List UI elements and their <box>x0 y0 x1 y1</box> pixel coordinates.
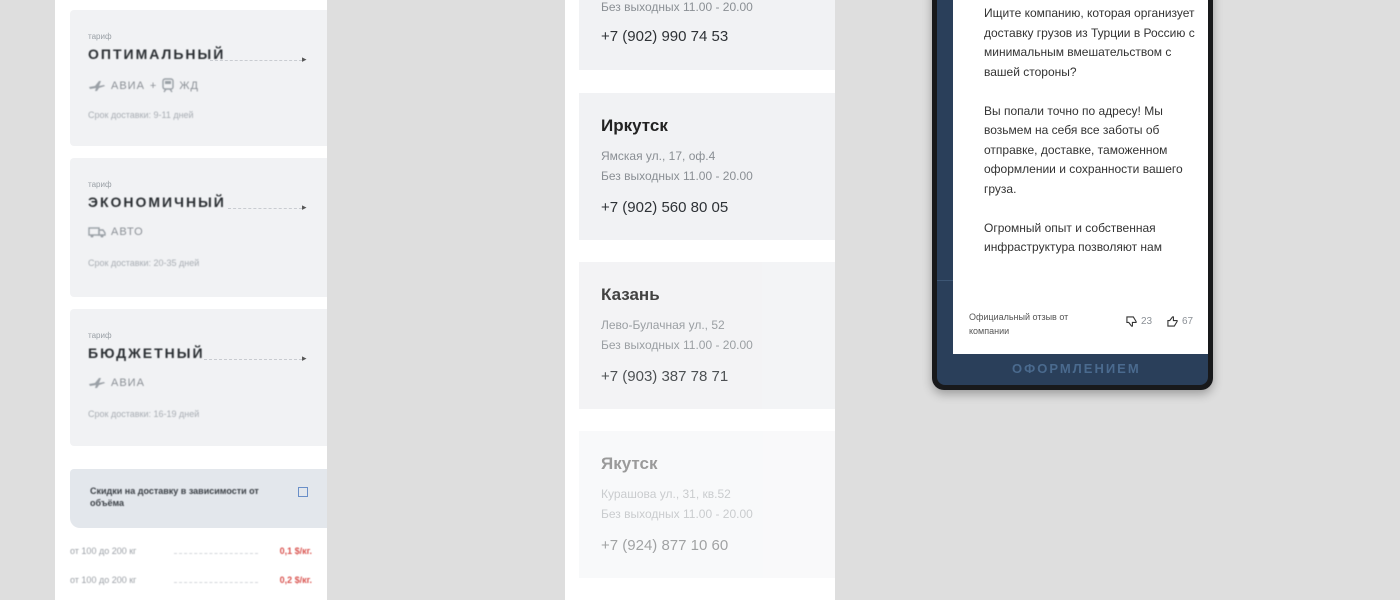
divider <box>174 582 258 583</box>
dislike-count: 23 <box>1141 316 1153 327</box>
mode-label: ЖД <box>179 79 199 92</box>
office-phone[interactable]: +7 (903) 387 78 71 <box>601 368 728 385</box>
like-button[interactable]: 67 <box>1167 316 1193 327</box>
office-hours: Без выходных 11.00 - 20.00 <box>601 338 753 352</box>
mode-label: АВТО <box>111 226 144 238</box>
tariff-modes: АВТО <box>88 226 144 238</box>
review-paragraph: Вы попали точно по адресу! Мы возьмем на… <box>984 103 1183 196</box>
discount-box[interactable]: Скидки на доставку в зависимости от объё… <box>70 469 327 528</box>
office-city: Якутск <box>601 454 658 473</box>
office-card[interactable]: Якутск Курашова ул., 31, кв.52 Без выход… <box>579 431 835 578</box>
tariff-tag: тариф <box>88 32 112 41</box>
review-paragraph: Огромный опыт и собственная инфраструкту… <box>984 220 1162 255</box>
background-heading: ОФОРМЛЕНИЕМ <box>1012 361 1141 376</box>
airplane-icon <box>89 80 105 91</box>
train-icon <box>162 78 175 93</box>
phone-screen: Ищите компанию, которая организует доста… <box>937 0 1208 385</box>
delivery-term: Срок доставки: 16-19 дней <box>88 409 200 419</box>
chevron-right-icon[interactable]: ▸ <box>302 54 307 65</box>
airplane-icon <box>89 378 105 388</box>
tariff-tag: тариф <box>88 331 112 340</box>
phone-mockup: Ищите компанию, которая организует доста… <box>932 0 1213 390</box>
rate-row: от 100 до 200 кг 0,2 $/кг. <box>70 575 327 589</box>
office-card[interactable]: Иркутск Ямская ул., 17, оф.4 Без выходны… <box>579 93 835 240</box>
tariff-card-economy[interactable]: тариф ЭКОНОМИЧНЫЙ ▸ АВТО Срок доставки: … <box>70 158 327 297</box>
office-hours: Без выходных 11.00 - 20.00 <box>601 0 753 14</box>
chevron-right-icon[interactable]: ▸ <box>302 202 307 213</box>
office-phone[interactable]: +7 (924) 877 10 60 <box>601 537 728 554</box>
tariff-name: ЭКОНОМИЧНЫЙ <box>88 194 226 210</box>
offices-panel: Без выходных 11.00 - 20.00 +7 (902) 990 … <box>565 0 835 600</box>
like-count: 67 <box>1182 316 1194 327</box>
divider <box>174 553 258 554</box>
tariff-name: ОПТИМАЛЬНЫЙ <box>88 46 226 62</box>
office-phone[interactable]: +7 (902) 560 80 05 <box>601 199 728 216</box>
office-hours: Без выходных 11.00 - 20.00 <box>601 169 753 183</box>
dislike-button[interactable]: 23 <box>1126 316 1152 327</box>
review-card: Ищите компанию, которая организует доста… <box>953 0 1208 354</box>
tariffs-panel: тариф ОПТИМАЛЬНЫЙ ▸ АВИА + ЖД Срок доста… <box>55 0 327 600</box>
office-city: Иркутск <box>601 116 668 135</box>
thumbs-up-icon <box>1167 316 1178 327</box>
delivery-term: Срок доставки: 20-35 дней <box>88 258 200 268</box>
review-paragraph: Ищите компанию, которая организует доста… <box>984 6 1195 79</box>
office-city: Казань <box>601 285 660 304</box>
office-address: Курашова ул., 31, кв.52 <box>601 487 731 501</box>
mode-label: АВИА <box>111 377 145 389</box>
divider <box>204 359 302 360</box>
office-address: Ямская ул., 17, оф.4 <box>601 149 716 163</box>
tariff-tag: тариф <box>88 180 112 189</box>
office-phone[interactable]: +7 (902) 990 74 53 <box>601 28 728 45</box>
plus-sign: + <box>149 79 158 92</box>
rate-row: от 100 до 200 кг 0,1 $/кг. <box>70 546 327 560</box>
office-address: Лево-Булачная ул., 52 <box>601 318 725 332</box>
review-source-label: Официальный отзыв от компании <box>969 312 1069 336</box>
divider <box>228 208 302 209</box>
tariff-modes: АВИА <box>88 377 145 389</box>
thumbs-down-icon <box>1126 316 1137 327</box>
tariff-card-optimal[interactable]: тариф ОПТИМАЛЬНЫЙ ▸ АВИА + ЖД Срок доста… <box>70 10 327 146</box>
office-card[interactable]: Казань Лево-Булачная ул., 52 Без выходны… <box>579 262 835 409</box>
office-card[interactable]: Без выходных 11.00 - 20.00 +7 (902) 990 … <box>579 0 835 70</box>
delivery-term: Срок доставки: 9-11 дней <box>88 110 194 120</box>
office-hours: Без выходных 11.00 - 20.00 <box>601 507 753 521</box>
tariff-card-budget[interactable]: тариф БЮДЖЕТНЫЙ ▸ АВИА Срок доставки: 16… <box>70 309 327 446</box>
mode-label: АВИА <box>111 79 145 92</box>
rate-label: от 100 до 200 кг <box>70 575 137 585</box>
rate-price: 0,1 $/кг. <box>279 546 312 556</box>
truck-icon <box>88 227 106 238</box>
rate-price: 0,2 $/кг. <box>279 575 312 585</box>
chevron-right-icon[interactable]: ▸ <box>302 353 307 364</box>
divider <box>210 60 302 61</box>
close-icon[interactable] <box>298 487 308 497</box>
rate-label: от 100 до 200 кг <box>70 546 137 556</box>
tariff-modes: АВИА + ЖД <box>88 78 199 93</box>
discount-text: Скидки на доставку в зависимости от объё… <box>90 486 259 508</box>
review-text: Ищите компанию, которая организует доста… <box>984 4 1199 277</box>
tariff-name: БЮДЖЕТНЫЙ <box>88 345 205 361</box>
